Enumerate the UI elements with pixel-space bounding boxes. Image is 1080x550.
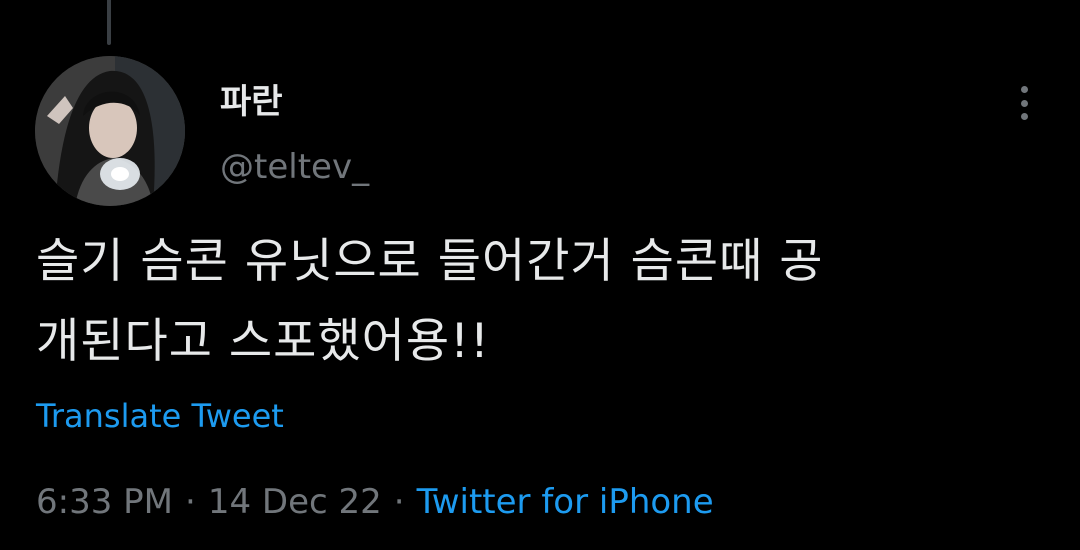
thread-connector-line xyxy=(107,0,111,45)
meta-separator: · xyxy=(393,482,405,522)
tweet-meta: 6:33 PM · 14 Dec 22 · Twitter for iPhone xyxy=(36,478,714,526)
tweet-text-line: 개된다고 스포했어용!! xyxy=(36,314,490,369)
tweet-date[interactable]: 14 Dec 22 xyxy=(208,478,382,526)
tweet-text: 슬기 슴콘 유닛으로 들어간거 슴콘때 공 개된다고 스포했어용!! xyxy=(36,222,1026,382)
tweet-text-line: 슬기 슴콘 유닛으로 들어간거 슴콘때 공 xyxy=(36,234,824,289)
avatar[interactable] xyxy=(35,56,185,206)
tweet-time[interactable]: 6:33 PM xyxy=(36,478,173,526)
meta-separator: · xyxy=(185,482,196,522)
translate-tweet-link[interactable]: Translate Tweet xyxy=(36,394,284,438)
tweet-source-link[interactable]: Twitter for iPhone xyxy=(417,478,714,526)
more-vertical-icon[interactable] xyxy=(1004,80,1044,126)
avatar-photo xyxy=(35,56,185,206)
user-handle[interactable]: @teltev_ xyxy=(220,145,369,189)
display-name[interactable]: 파란 xyxy=(220,80,283,124)
